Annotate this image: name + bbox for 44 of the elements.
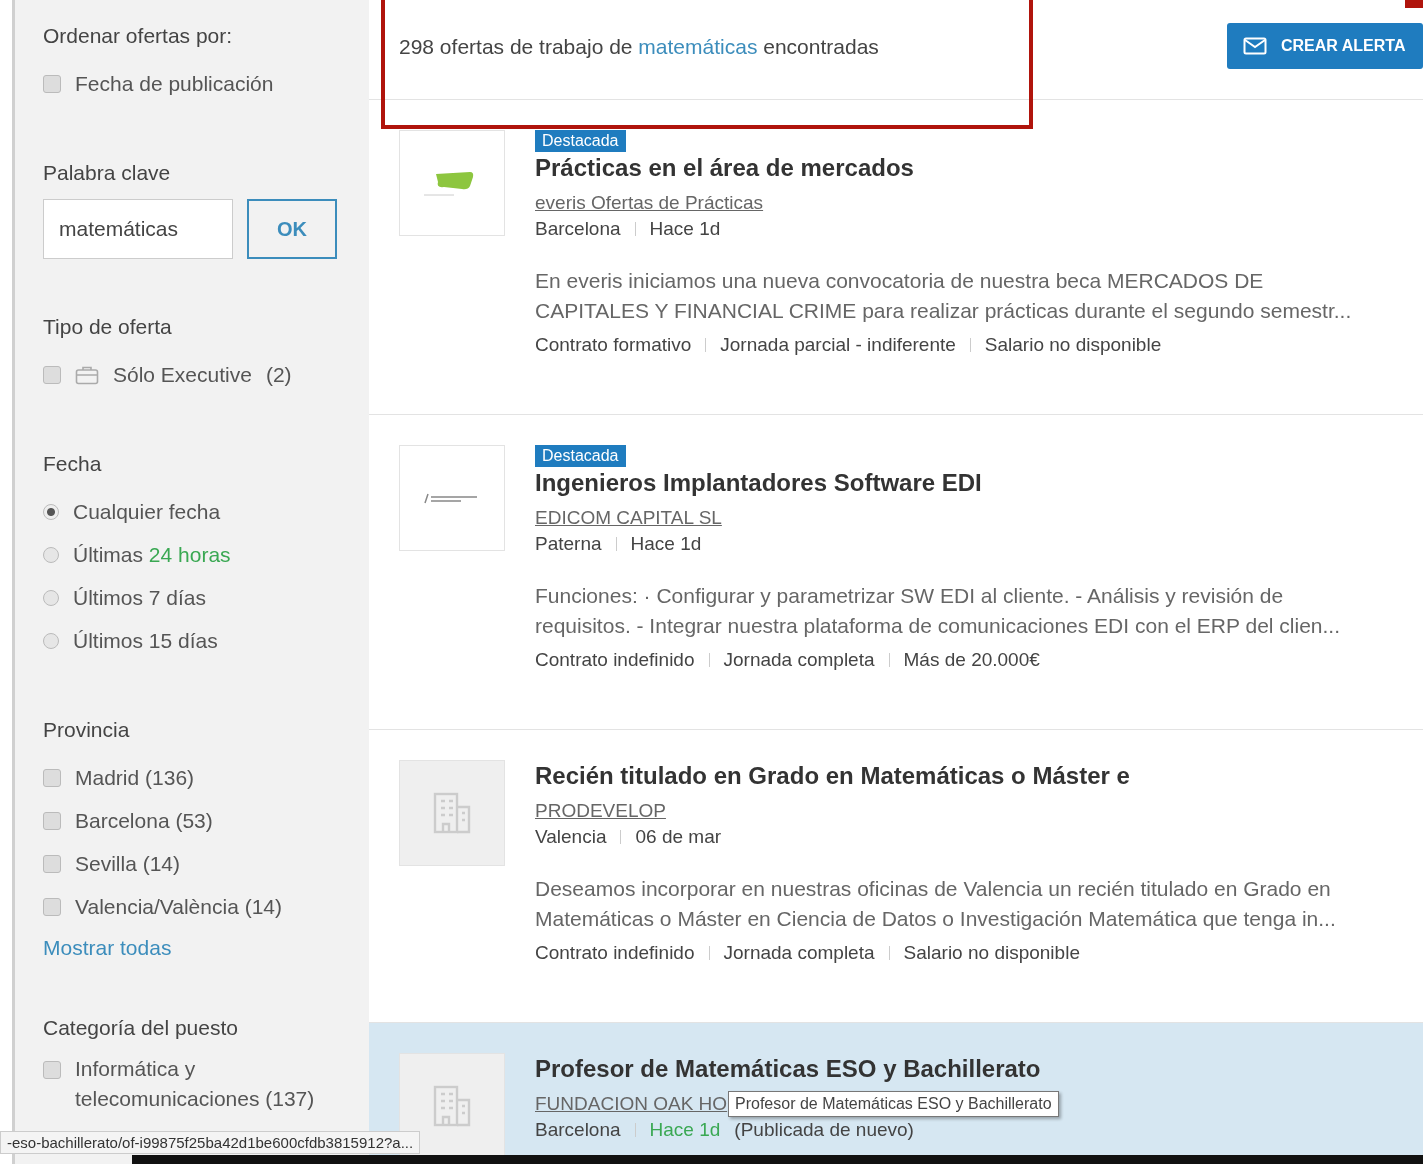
section-heading: Ordenar ofertas por: [43, 24, 234, 48]
section-heading: Tipo de oferta [43, 315, 173, 339]
job-description: Funciones: · Configurar y parametrizar SW EDI al cliente. - Análisis y revisión de requisitos. - Integrar nuestra plataforma de comunicaciones EDI con el ERP del clien... [535, 583, 1341, 639]
option-label: Últimas 24 horas [73, 542, 231, 567]
option-label: Últimos 7 días [73, 585, 207, 610]
section-heading: Fecha [43, 452, 103, 476]
job-tag: Contrato indefinido [535, 649, 695, 671]
job-tag: Jornada completa [723, 649, 875, 671]
job-tag: Contrato formativo [535, 334, 692, 356]
posted-date: Hace 1d [630, 533, 702, 555]
featured-badge: Destacada [535, 445, 626, 467]
option-label: Sevilla (14) [75, 851, 181, 876]
tooltip: Profesor de Matemáticas ESO y Bachillerato [728, 1091, 1059, 1117]
option-label: Valencia/València (14) [75, 894, 282, 919]
option-count: (2) [265, 362, 292, 387]
job-tag: Salario no disponible [984, 334, 1162, 356]
job-description: En everis iniciamos una nueva convocatoria de nuestra beca MERCADOS DE CAPITALES Y FINANCIAL CRIME para realizar prácticas durante el segundo semestr... [535, 268, 1353, 324]
job-description: Deseamos incorporar en nuestras oficinas de Valencia un recién titulado en Grado en Matemáticas o Máster en Ciencia de Datos o Investigación Matemática que tenga in... [535, 876, 1337, 932]
posted-date: 06 de mar [635, 826, 722, 848]
job-location: Barcelona [535, 1119, 621, 1141]
job-tag: Jornada parcial - indiferente [720, 334, 956, 356]
republished-note: (Publicada de nuevo) [734, 1119, 914, 1141]
job-tag: Más de 20.000€ [903, 649, 1040, 671]
option-label: Últimos 15 días [73, 628, 218, 653]
posted-date: Hace 1d [649, 1119, 721, 1141]
option-label: Barcelona (53) [75, 808, 213, 833]
featured-badge: Destacada [535, 130, 626, 152]
job-tag: Contrato indefinido [535, 942, 695, 964]
job-location: Barcelona [535, 218, 621, 240]
option-label: Cualquier fecha [73, 499, 221, 524]
job-tag: Salario no disponible [903, 942, 1080, 964]
results-count: 298 ofertas de trabajo de matemáticas encontradas [399, 34, 879, 59]
section-heading: Palabra clave [43, 161, 172, 185]
option-label: Madrid (136) [75, 765, 195, 790]
posted-date: Hace 1d [649, 218, 721, 240]
job-tag: Jornada completa [723, 942, 875, 964]
section-heading: Categoría del puesto [43, 1016, 239, 1040]
status-url: -eso-bachillerato/of-i99875f25ba42d1be600cfdb3815912?a... [0, 1131, 421, 1154]
option-label: Fecha de publicación [75, 71, 274, 96]
job-location: Paterna [535, 533, 602, 555]
job-location: Valencia [535, 826, 607, 848]
option-label: Sólo Executive [113, 362, 252, 387]
section-heading: Provincia [43, 718, 131, 742]
option-label: Informática y telecomunicaciones (137) [75, 1056, 316, 1112]
